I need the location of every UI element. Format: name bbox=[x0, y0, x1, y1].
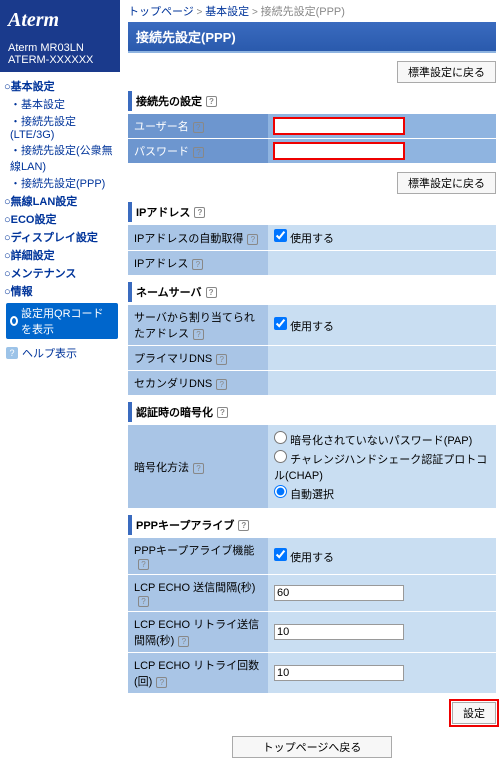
use-label: 使用する bbox=[290, 321, 334, 333]
label-user: ユーザー名? bbox=[128, 114, 268, 139]
back-top-button[interactable]: トップページへ戻る bbox=[232, 736, 393, 758]
nav-basic-sub4[interactable]: ・接続先設定(PPP) bbox=[10, 175, 118, 191]
user-input[interactable] bbox=[274, 118, 404, 134]
nav-wlan[interactable]: ○無線LAN設定 bbox=[4, 193, 118, 209]
nav: ○基本設定 ・基本設定 ・接続先設定(LTE/3G) ・接続先設定(公衆無線LA… bbox=[0, 78, 120, 361]
cell-enc: 暗号化されていないパスワード(PAP) チャレンジハンドシェーク認証プロトコル(… bbox=[268, 425, 496, 509]
help-icon: ? bbox=[6, 347, 18, 359]
crumb-basic[interactable]: 基本設定 bbox=[205, 6, 249, 18]
help-icon[interactable]: ? bbox=[193, 147, 204, 158]
radio-chap[interactable] bbox=[274, 450, 287, 463]
label-ipaddr: IPアドレス? bbox=[128, 251, 268, 276]
use-label: 使用する bbox=[290, 552, 334, 564]
label-lcp3: LCP ECHO リトライ回数(回)? bbox=[128, 653, 268, 694]
label-pdns: プライマリDNS? bbox=[128, 346, 268, 371]
nav-basic[interactable]: ○基本設定 bbox=[4, 78, 118, 94]
table-ka: PPPキープアライブ機能? 使用する LCP ECHO 送信間隔(秒)? LCP… bbox=[128, 538, 496, 694]
radio-auto[interactable] bbox=[274, 485, 287, 498]
cell-ipaddr bbox=[268, 251, 496, 276]
gear-icon bbox=[10, 316, 18, 326]
nav-maint[interactable]: ○メンテナンス bbox=[4, 265, 118, 281]
help-icon[interactable]: ? bbox=[156, 677, 167, 688]
help-link[interactable]: ?ヘルプ表示 bbox=[6, 345, 118, 361]
label-lcp2: LCP ECHO リトライ送信間隔(秒)? bbox=[128, 612, 268, 653]
help-icon[interactable]: ? bbox=[238, 520, 249, 531]
sidebar: Aterm Aterm MR03LN ATERM-XXXXXX ○基本設定 ・基… bbox=[0, 0, 120, 770]
device-name: ATERM-XXXXXX bbox=[8, 54, 120, 66]
help-icon[interactable]: ? bbox=[192, 259, 203, 270]
cell-sdns bbox=[268, 371, 496, 396]
nav-disp[interactable]: ○ディスプレイ設定 bbox=[4, 229, 118, 245]
nav-basic-sub3[interactable]: ・接続先設定(公衆無線LAN) bbox=[10, 142, 118, 174]
radio-pap[interactable] bbox=[274, 431, 287, 444]
logo: Aterm bbox=[0, 0, 120, 40]
lcp3-input[interactable] bbox=[274, 665, 404, 681]
label-lcp1: LCP ECHO 送信間隔(秒)? bbox=[128, 575, 268, 612]
help-icon[interactable]: ? bbox=[193, 463, 204, 474]
table-ns: サーバから割り当てられたアドレス? 使用する プライマリDNS? セカンダリDN… bbox=[128, 305, 496, 396]
help-icon[interactable]: ? bbox=[206, 287, 217, 298]
help-icon[interactable]: ? bbox=[206, 96, 217, 107]
radio-pap-label[interactable]: 暗号化されていないパスワード(PAP) bbox=[274, 431, 490, 448]
section-ip: IPアドレス? bbox=[128, 202, 496, 222]
cell-lcp2 bbox=[268, 612, 496, 653]
reset-std-button-mid[interactable]: 標準設定に戻る bbox=[397, 172, 496, 194]
main: トップページ > 基本設定 > 接続先設定(PPP) 接続先設定(PPP) 標準… bbox=[120, 0, 500, 770]
help-icon[interactable]: ? bbox=[216, 379, 227, 390]
use-label: 使用する bbox=[290, 233, 334, 245]
help-icon[interactable]: ? bbox=[178, 636, 189, 647]
crumb-here: 接続先設定(PPP) bbox=[261, 6, 345, 18]
cell-lcp3 bbox=[268, 653, 496, 694]
nav-basic-sub2[interactable]: ・接続先設定(LTE/3G) bbox=[10, 113, 118, 141]
page-title: 接続先設定(PPP) bbox=[128, 22, 496, 53]
cell-autoip: 使用する bbox=[268, 225, 496, 251]
section-connection: 接続先の設定? bbox=[128, 91, 496, 111]
lcp2-input[interactable] bbox=[274, 624, 404, 640]
help-icon[interactable]: ? bbox=[247, 234, 258, 245]
nav-eco[interactable]: ○ECO設定 bbox=[4, 211, 118, 227]
nav-basic-sub1[interactable]: ・基本設定 bbox=[10, 96, 118, 112]
section-ns: ネームサーバ? bbox=[128, 282, 496, 302]
autoip-checkbox[interactable] bbox=[274, 229, 287, 242]
label-kaen: PPPキープアライブ機能? bbox=[128, 538, 268, 575]
section-auth: 認証時の暗号化? bbox=[128, 402, 496, 422]
cell-pass bbox=[268, 139, 496, 164]
table-auth: 暗号化方法? 暗号化されていないパスワード(PAP) チャレンジハンドシェーク認… bbox=[128, 425, 496, 509]
nav-detail[interactable]: ○詳細設定 bbox=[4, 247, 118, 263]
label-autoip: IPアドレスの自動取得? bbox=[128, 225, 268, 251]
help-icon[interactable]: ? bbox=[216, 354, 227, 365]
cell-srv: 使用する bbox=[268, 305, 496, 346]
cell-lcp1 bbox=[268, 575, 496, 612]
help-icon[interactable]: ? bbox=[193, 122, 204, 133]
cell-kaen: 使用する bbox=[268, 538, 496, 575]
table-ip: IPアドレスの自動取得? 使用する IPアドレス? bbox=[128, 225, 496, 276]
cell-pdns bbox=[268, 346, 496, 371]
qr-button[interactable]: 設定用QRコードを表示 bbox=[6, 303, 118, 339]
kaen-checkbox[interactable] bbox=[274, 548, 287, 561]
model-name: Aterm MR03LN bbox=[8, 42, 120, 54]
breadcrumb: トップページ > 基本設定 > 接続先設定(PPP) bbox=[128, 0, 496, 22]
radio-auto-label[interactable]: 自動選択 bbox=[274, 485, 490, 502]
model-info: Aterm MR03LN ATERM-XXXXXX bbox=[0, 40, 120, 72]
lcp1-input[interactable] bbox=[274, 585, 404, 601]
cell-user bbox=[268, 114, 496, 139]
help-icon[interactable]: ? bbox=[217, 407, 228, 418]
srv-checkbox[interactable] bbox=[274, 317, 287, 330]
pass-input[interactable] bbox=[274, 143, 404, 159]
label-pass: パスワード? bbox=[128, 139, 268, 164]
help-icon[interactable]: ? bbox=[138, 596, 149, 607]
label-sdns: セカンダリDNS? bbox=[128, 371, 268, 396]
nav-info[interactable]: ○情報 bbox=[4, 283, 118, 299]
help-icon[interactable]: ? bbox=[138, 559, 149, 570]
help-icon[interactable]: ? bbox=[194, 207, 205, 218]
table-connection: ユーザー名? パスワード? bbox=[128, 114, 496, 164]
radio-chap-label[interactable]: チャレンジハンドシェーク認証プロトコル(CHAP) bbox=[274, 450, 490, 483]
help-icon[interactable]: ? bbox=[193, 329, 204, 340]
label-srv: サーバから割り当てられたアドレス? bbox=[128, 305, 268, 346]
section-ka: PPPキープアライブ? bbox=[128, 515, 496, 535]
label-enc: 暗号化方法? bbox=[128, 425, 268, 509]
crumb-top[interactable]: トップページ bbox=[128, 6, 194, 18]
reset-std-button-top[interactable]: 標準設定に戻る bbox=[397, 61, 496, 83]
apply-button[interactable]: 設定 bbox=[452, 702, 496, 724]
